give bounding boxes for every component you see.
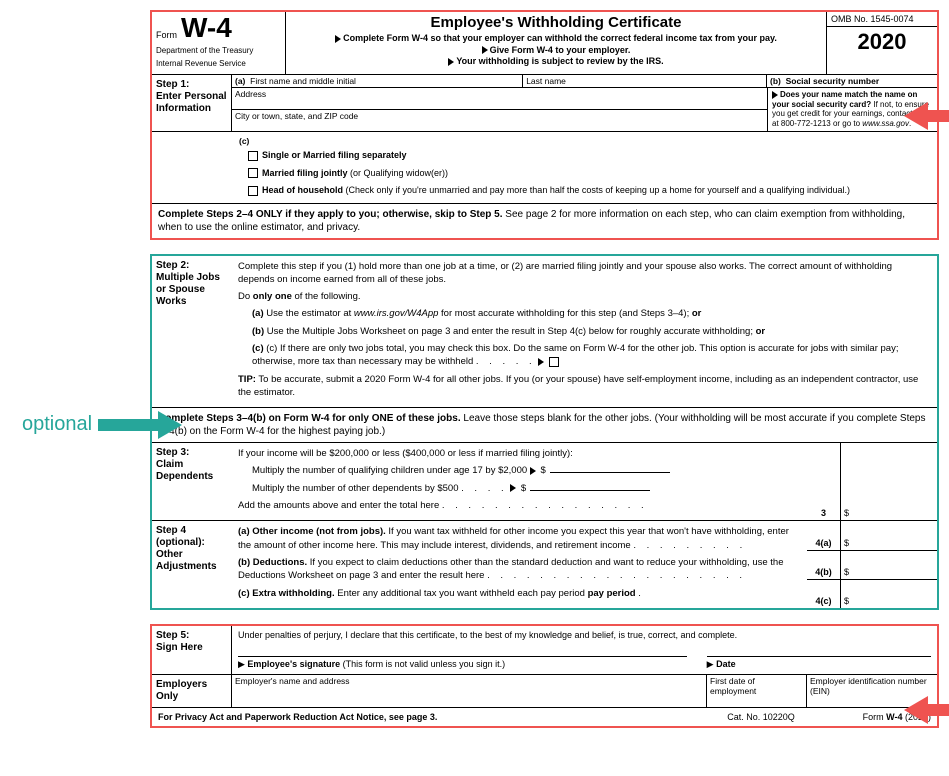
box-4c-label: 4(c) xyxy=(807,580,841,608)
step2-b: (b) Use the Multiple Jobs Worksheet on p… xyxy=(252,325,931,338)
signature-field[interactable]: ▶ Employee's signature (This form is not… xyxy=(238,656,687,670)
ssn-field[interactable]: (b) Social security number xyxy=(767,75,937,87)
other-dep-amount-input[interactable] xyxy=(530,490,650,491)
form-header: Form W-4 Department of the Treasury Inte… xyxy=(152,12,937,75)
step1-sub: Enter Personal Information xyxy=(156,91,227,114)
step2-c: (c) (c) If there are only two jobs total… xyxy=(252,342,931,369)
step1-title: Step 1: xyxy=(156,79,189,90)
form-footer: For Privacy Act and Paperwork Reduction … xyxy=(152,708,937,726)
date-field[interactable]: ▶ Date xyxy=(707,656,931,670)
box-4b-label: 4(b) xyxy=(807,551,841,579)
step3-other-dep: Multiply the number of other dependents … xyxy=(252,482,801,495)
step2-title: Step 2: xyxy=(156,260,189,271)
subtitle-2: Give Form W-4 to your employer. xyxy=(490,45,631,55)
section-steps-2-4: optional Step 2: Multiple Jobs or Spouse… xyxy=(150,254,939,610)
triangle-icon xyxy=(482,46,488,54)
step5-sub: Sign Here xyxy=(156,642,203,653)
checkbox-icon[interactable] xyxy=(248,168,258,178)
last-name-field[interactable]: Last name xyxy=(523,75,767,87)
form-prefix: Form xyxy=(156,14,177,40)
omb-number: OMB No. 1545-0074 xyxy=(827,12,937,27)
first-name-field[interactable]: (a) First name and middle initial xyxy=(232,75,523,87)
employers-only-title: Employers Only xyxy=(156,679,207,702)
form-year: 2020 xyxy=(827,27,937,55)
dept-line1: Department of the Treasury xyxy=(156,42,281,59)
required-arrow-bottom: required xyxy=(904,696,949,724)
checkbox-icon[interactable] xyxy=(248,151,258,161)
step2-do: Do only one of the following. xyxy=(238,290,931,303)
checkbox-icon[interactable] xyxy=(248,186,258,196)
form-number: W-4 xyxy=(181,14,232,42)
filing-single[interactable]: Single or Married filing separately xyxy=(236,147,933,165)
step3-total: Add the amounts above and enter the tota… xyxy=(238,499,801,512)
step2-tip: TIP: To be accurate, submit a 2020 Form … xyxy=(238,373,931,400)
city-field[interactable]: City or town, state, and ZIP code xyxy=(232,110,767,131)
filing-married[interactable]: Married filing jointly (or Qualifying wi… xyxy=(236,165,933,183)
section-step5: required Step 5: Sign Here Under penalti… xyxy=(150,624,939,728)
filing-head[interactable]: Head of household (Check only if you're … xyxy=(236,182,933,200)
step4-a: (a) Other income (not from jobs). If you… xyxy=(238,525,801,552)
dept-line2: Internal Revenue Service xyxy=(156,59,281,72)
step2-a: (a) Use the estimator at www.irs.gov/W4A… xyxy=(252,307,931,320)
children-amount-input[interactable] xyxy=(550,472,670,473)
step1-complete-note: Complete Steps 2–4 ONLY if they apply to… xyxy=(152,204,937,238)
subtitle-3: Your withholding is subject to review by… xyxy=(456,56,663,66)
filing-c-label: (c) xyxy=(239,136,249,146)
box-4a-label: 4(a) xyxy=(807,521,841,549)
two-jobs-checkbox[interactable] xyxy=(549,357,559,367)
box-4b-value[interactable]: $ xyxy=(841,551,937,579)
box-3-label: 3 xyxy=(807,443,841,520)
required-arrow-top: required xyxy=(904,102,949,130)
step5-title: Step 5: xyxy=(156,630,189,641)
form-title: Employee's Withholding Certificate xyxy=(292,14,820,31)
perjury-declaration: Under penalties of perjury, I declare th… xyxy=(238,630,931,640)
step4-b: (b) Deductions. If you expect to claim d… xyxy=(238,556,801,583)
step3-sub: Claim Dependents xyxy=(156,459,213,482)
step3-title: Step 3: xyxy=(156,447,189,458)
box-4c-value[interactable]: $ xyxy=(841,580,937,608)
box-4a-value[interactable]: $ xyxy=(841,521,937,549)
step2-intro: Complete this step if you (1) hold more … xyxy=(238,260,931,287)
step4-sub: Other Adjustments xyxy=(156,549,217,572)
box-3-value[interactable]: $ xyxy=(841,443,937,520)
step3-4-note: Complete Steps 3–4(b) on Form W-4 for on… xyxy=(152,408,937,443)
first-date-field[interactable]: First date of employment xyxy=(707,675,807,707)
address-field[interactable]: Address xyxy=(232,88,767,110)
section-step1: required Form W-4 Department of the Trea… xyxy=(150,10,939,240)
step4-title: Step 4 (optional): xyxy=(156,525,205,548)
subtitle-1: Complete Form W-4 so that your employer … xyxy=(343,33,777,43)
step3-intro: If your income will be $200,000 or less … xyxy=(238,447,801,460)
triangle-icon xyxy=(448,58,454,66)
step3-children: Multiply the number of qualifying childr… xyxy=(252,464,801,477)
employer-name-field[interactable]: Employer's name and address xyxy=(232,675,707,707)
step4-c: (c) Extra withholding. Enter any additio… xyxy=(238,587,801,600)
optional-arrow: optional xyxy=(22,411,182,439)
step2-sub: Multiple Jobs or Spouse Works xyxy=(156,272,220,307)
triangle-icon xyxy=(335,35,341,43)
